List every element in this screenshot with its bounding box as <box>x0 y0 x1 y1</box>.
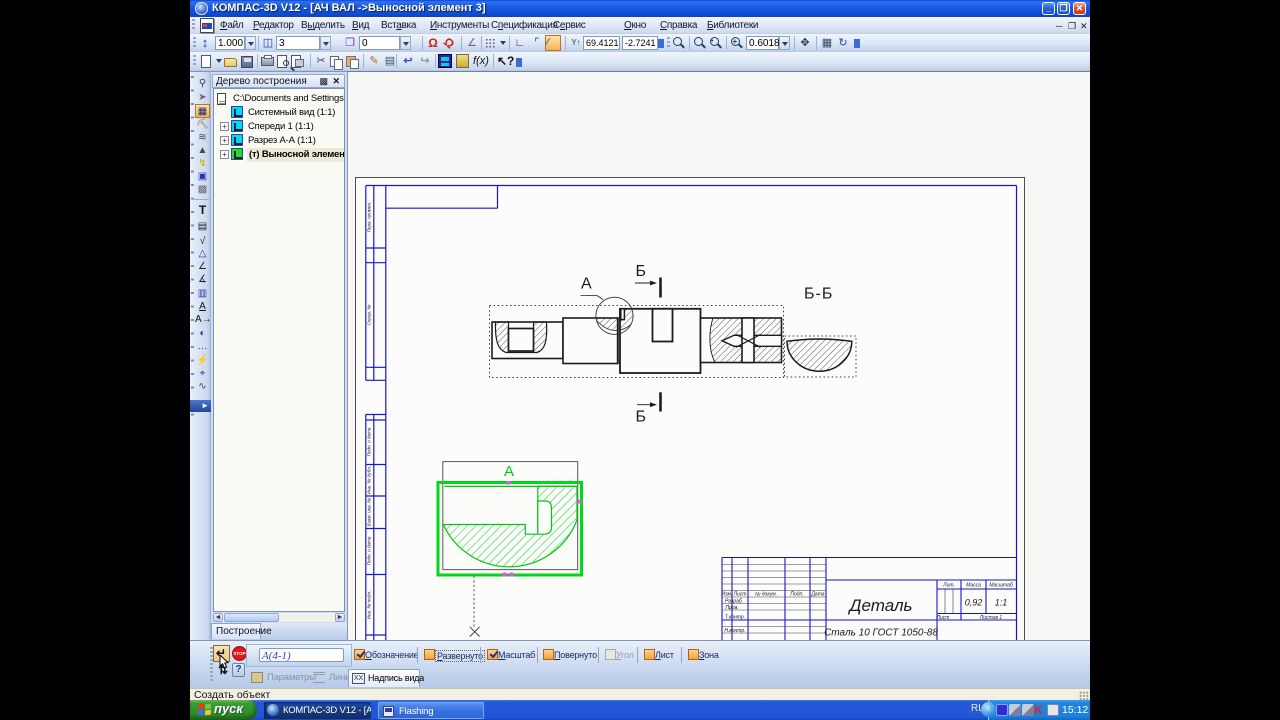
svg-text:А: А <box>581 276 592 293</box>
svg-text:Перв. примен.: Перв. примен. <box>367 202 372 233</box>
svg-text:Взам. инв. №: Взам. инв. № <box>367 498 372 526</box>
svg-text:1:1: 1:1 <box>995 598 1008 608</box>
svg-text:Лит.: Лит. <box>942 583 955 589</box>
svg-text:Справ. №: Справ. № <box>367 305 372 326</box>
svg-text:Подп.: Подп. <box>790 592 803 598</box>
svg-text:Листов 1: Листов 1 <box>979 615 1003 621</box>
svg-text:№ докум.: № докум. <box>755 592 777 598</box>
svg-text:Лист: Лист <box>733 592 747 598</box>
svg-text:Н.контр.: Н.контр. <box>724 628 745 634</box>
svg-text:0,92: 0,92 <box>965 598 983 608</box>
svg-text:Деталь: Деталь <box>848 596 913 615</box>
svg-text:Подп. и дата: Подп. и дата <box>367 427 372 456</box>
svg-text:Б: Б <box>636 263 647 280</box>
svg-text:Б: Б <box>636 409 647 426</box>
svg-text:Б-Б: Б-Б <box>804 286 833 303</box>
svg-text:Масса: Масса <box>966 583 981 589</box>
svg-text:Дата: Дата <box>810 592 824 598</box>
svg-text:Пров.: Пров. <box>725 605 738 611</box>
svg-text:Т.контр.: Т.контр. <box>725 615 745 621</box>
svg-text:Инв. № подл.: Инв. № подл. <box>367 591 372 620</box>
svg-text:Масштаб: Масштаб <box>989 583 1013 589</box>
svg-text:Изм.: Изм. <box>722 592 733 598</box>
svg-text:Разраб.: Разраб. <box>725 599 743 605</box>
svg-text:Подп. и дата: Подп. и дата <box>367 536 372 565</box>
svg-text:А: А <box>504 463 514 480</box>
svg-text:Сталь 10 ГОСТ 1050-88: Сталь 10 ГОСТ 1050-88 <box>824 628 938 639</box>
svg-text:Лист: Лист <box>936 615 950 621</box>
svg-text:Инв. № дубл.: Инв. № дубл. <box>367 466 372 494</box>
